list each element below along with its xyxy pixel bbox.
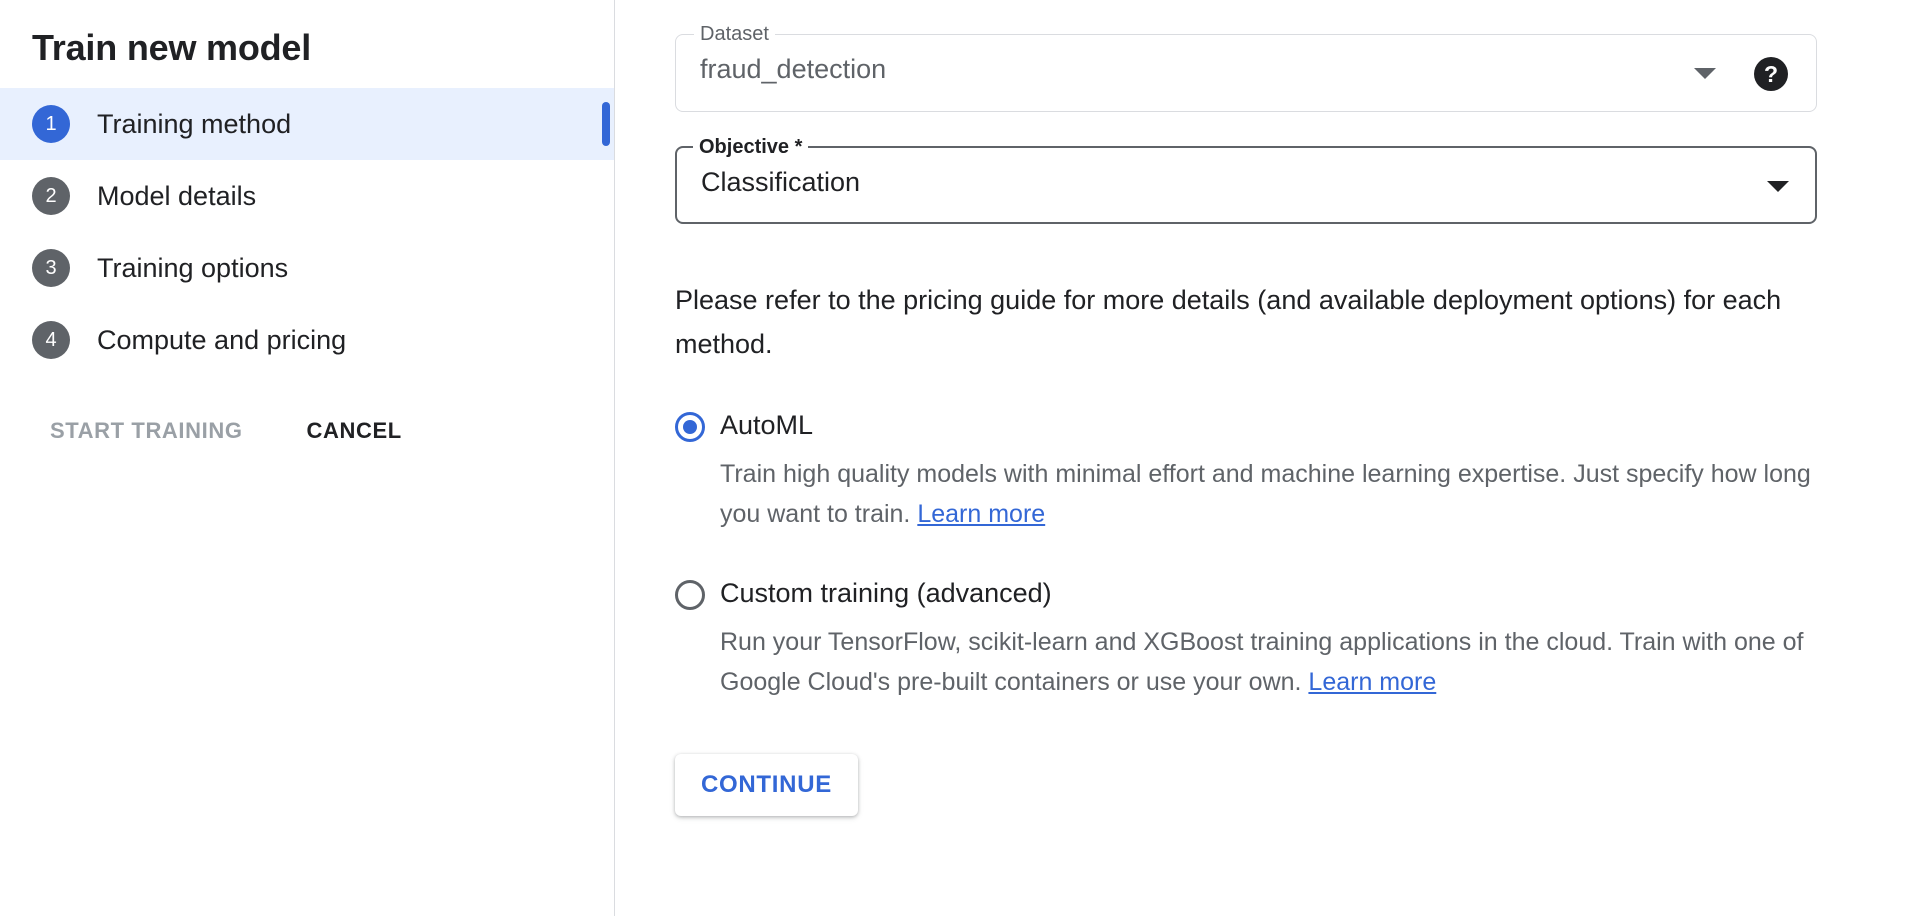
sidebar-item-label-model-details: Model details: [97, 181, 256, 212]
sidebar-item-label-training-method: Training method: [97, 109, 291, 140]
objective-value: Classification: [701, 167, 860, 198]
option-title-custom-training[interactable]: Custom training (advanced): [720, 576, 1928, 610]
chevron-down-icon[interactable]: [1767, 181, 1789, 192]
cancel-button[interactable]: CANCEL: [307, 418, 402, 444]
learn-more-link-custom-training[interactable]: Learn more: [1308, 668, 1436, 696]
dataset-label: Dataset: [694, 22, 775, 46]
sidebar-item-training-method[interactable]: 1 Training method: [0, 88, 615, 160]
sidebar-item-compute-and-pricing[interactable]: 4 Compute and pricing: [0, 304, 615, 376]
wizard-sidebar: Train new model 1 Training method 2 Mode…: [0, 0, 615, 916]
pricing-note: Please refer to the pricing guide for mo…: [675, 278, 1825, 366]
step-number-badge-3: 3: [32, 249, 70, 287]
sidebar-item-training-options[interactable]: 3 Training options: [0, 232, 615, 304]
sidebar-item-label-compute-and-pricing: Compute and pricing: [97, 325, 346, 356]
option-description-text: Train high quality models with minimal e…: [720, 460, 1811, 528]
continue-button[interactable]: CONTINUE: [675, 754, 858, 816]
page-title: Train new model: [0, 0, 615, 74]
step-number-badge-4: 4: [32, 321, 70, 359]
option-automl[interactable]: AutoML Train high quality models with mi…: [675, 408, 1928, 534]
option-custom-training[interactable]: Custom training (advanced) Run your Tens…: [675, 576, 1928, 702]
wizard-step-list: 1 Training method 2 Model details 3 Trai…: [0, 88, 615, 376]
option-description-automl: Train high quality models with minimal e…: [720, 454, 1850, 534]
sidebar-actions: START TRAINING CANCEL: [0, 418, 615, 444]
active-step-indicator: [602, 102, 610, 146]
option-title-automl[interactable]: AutoML: [720, 408, 1928, 442]
option-description-text: Run your TensorFlow, scikit-learn and XG…: [720, 628, 1803, 696]
dataset-select[interactable]: Dataset fraud_detection ?: [675, 34, 1817, 112]
option-description-custom-training: Run your TensorFlow, scikit-learn and XG…: [720, 622, 1850, 702]
radio-custom-training[interactable]: [675, 580, 705, 610]
objective-label: Objective *: [693, 135, 808, 159]
chevron-down-icon[interactable]: [1694, 68, 1716, 79]
objective-select[interactable]: Objective * Classification: [675, 146, 1817, 224]
learn-more-link-automl[interactable]: Learn more: [917, 500, 1045, 528]
step-number-badge-2: 2: [32, 177, 70, 215]
start-training-button[interactable]: START TRAINING: [50, 418, 243, 444]
field-spacer: [675, 112, 1928, 146]
step-number-badge-1: 1: [32, 105, 70, 143]
training-method-panel: Dataset fraud_detection ? Objective * Cl…: [615, 0, 1928, 916]
help-circle-icon[interactable]: ?: [1754, 57, 1788, 91]
sidebar-item-label-training-options: Training options: [97, 253, 288, 284]
training-method-radio-group: AutoML Train high quality models with mi…: [675, 408, 1928, 702]
dataset-value: fraud_detection: [700, 54, 886, 85]
radio-automl[interactable]: [675, 412, 705, 442]
train-new-model-wizard: Train new model 1 Training method 2 Mode…: [0, 0, 1928, 916]
sidebar-item-model-details[interactable]: 2 Model details: [0, 160, 615, 232]
